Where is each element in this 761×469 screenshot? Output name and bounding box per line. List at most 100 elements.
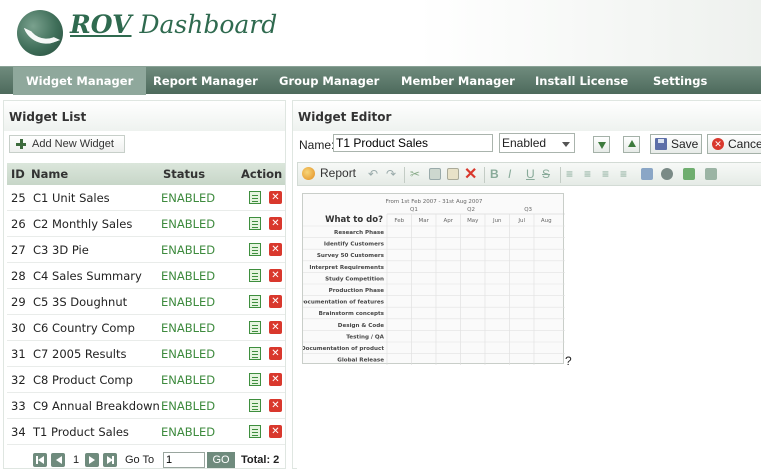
justify-icon[interactable]: ≡	[620, 167, 634, 181]
edit-icon[interactable]	[249, 295, 261, 308]
row-name[interactable]: C4 Sales Summary	[33, 269, 142, 283]
edit-icon[interactable]	[249, 347, 261, 360]
row-name[interactable]: C5 3S Doughnut	[33, 295, 127, 309]
table-row[interactable]: 32 C8 Product Comp ENABLED ✕	[7, 367, 285, 393]
table-row[interactable]: 29 C5 3S Doughnut ENABLED ✕	[7, 289, 285, 315]
delete-icon[interactable]: ✕	[269, 243, 282, 256]
delete-icon[interactable]: ✕	[269, 217, 282, 230]
redo-icon[interactable]: ↷	[386, 167, 400, 181]
nav-report-manager[interactable]: Report Manager	[153, 67, 258, 95]
delete-icon[interactable]: ✕	[269, 191, 282, 204]
row-name[interactable]: C8 Product Comp	[33, 373, 133, 387]
table-row[interactable]: 30 C6 Country Comp ENABLED ✕	[7, 315, 285, 341]
table-row[interactable]: 31 C7 2005 Results ENABLED ✕	[7, 341, 285, 367]
column-header-name[interactable]: Name	[31, 167, 68, 181]
bold-icon[interactable]: B	[490, 167, 504, 181]
nav-install-license[interactable]: Install License	[535, 67, 628, 95]
table-row[interactable]: 25 C1 Unit Sales ENABLED ✕	[7, 185, 285, 211]
gantt-quarter-label: Q2	[467, 207, 475, 213]
row-name[interactable]: C6 Country Comp	[33, 321, 135, 335]
italic-icon[interactable]: I	[508, 167, 522, 181]
delete-icon[interactable]: ✕	[269, 269, 282, 282]
edit-icon[interactable]	[249, 373, 261, 386]
underline-icon[interactable]: U	[526, 167, 540, 181]
row-status: ENABLED	[161, 295, 216, 309]
link-icon[interactable]	[704, 167, 718, 181]
align-left-icon[interactable]: ≡	[566, 167, 580, 181]
image-icon[interactable]	[640, 167, 654, 181]
move-down-button[interactable]	[593, 136, 610, 153]
edit-icon[interactable]	[249, 269, 261, 282]
delete-icon[interactable]: ✕	[269, 373, 282, 386]
widget-name-input[interactable]	[333, 134, 493, 152]
table-row[interactable]: 34 T1 Product Sales ENABLED ✕	[7, 419, 285, 445]
delete-icon[interactable]: ✕	[269, 347, 282, 360]
gantt-month-label: Mar	[419, 218, 430, 224]
edit-icon[interactable]	[249, 425, 261, 438]
edit-icon[interactable]	[249, 191, 261, 204]
column-header-id: ID	[11, 167, 25, 181]
previous-page-icon[interactable]	[51, 453, 65, 467]
row-name[interactable]: T1 Product Sales	[33, 425, 129, 439]
delete-icon[interactable]: ✕	[269, 399, 282, 412]
row-id: 26	[11, 217, 26, 231]
paste-icon[interactable]	[446, 167, 460, 181]
row-name[interactable]: C3 3D Pie	[33, 243, 89, 257]
gantt-task-label: Interpret Requirements	[309, 265, 384, 271]
status-select[interactable]: Enabled	[499, 133, 575, 153]
row-status: ENABLED	[161, 217, 216, 231]
last-page-icon[interactable]	[103, 453, 117, 467]
gantt-task-label: Production Phase	[329, 288, 385, 294]
gantt-chart-preview: From 1st Feb 2007 - 31st Aug 2007 Q1 Q2 Q3 W…	[302, 193, 565, 365]
undo-icon[interactable]: ↶	[368, 167, 382, 181]
align-center-icon[interactable]: ≡	[584, 167, 598, 181]
row-name[interactable]: C7 2005 Results	[33, 347, 126, 361]
delete-icon[interactable]: ✕	[464, 164, 478, 183]
add-new-widget-button[interactable]: Add New Widget	[9, 135, 125, 153]
row-id: 28	[11, 269, 26, 283]
row-status: ENABLED	[161, 399, 216, 413]
current-page: 1	[73, 454, 80, 466]
strikethrough-icon[interactable]: S	[542, 167, 556, 181]
nav-widget-manager[interactable]: Widget Manager	[13, 67, 147, 95]
copy-icon[interactable]	[428, 167, 442, 181]
move-up-button[interactable]	[623, 136, 640, 153]
delete-icon[interactable]: ✕	[269, 295, 282, 308]
edit-icon[interactable]	[249, 321, 261, 334]
widget-table-body: 25 C1 Unit Sales ENABLED ✕ 26 C2 Monthly Sale…	[7, 185, 285, 445]
cut-icon[interactable]: ✂	[410, 167, 424, 181]
row-status: ENABLED	[161, 347, 216, 361]
align-right-icon[interactable]: ≡	[602, 167, 616, 181]
delete-icon[interactable]: ✕	[269, 321, 282, 334]
table-row[interactable]: 33 C9 Annual Breakdown ENABLED ✕	[7, 393, 285, 419]
column-header-status[interactable]: Status	[163, 167, 205, 181]
goto-label: Go To	[125, 454, 155, 466]
goto-page-input[interactable]	[163, 452, 205, 468]
table-row[interactable]: 28 C4 Sales Summary ENABLED ✕	[7, 263, 285, 289]
go-button[interactable]: GO	[207, 452, 235, 468]
report-button[interactable]: Report	[320, 166, 356, 182]
cancel-button[interactable]: ✕ Cancel	[707, 134, 761, 154]
delete-icon[interactable]: ✕	[269, 425, 282, 438]
table-row[interactable]: 26 C2 Monthly Sales ENABLED ✕	[7, 211, 285, 237]
first-page-icon[interactable]	[33, 453, 47, 467]
print-icon[interactable]	[660, 167, 674, 181]
row-name[interactable]: C1 Unit Sales	[33, 191, 110, 205]
color-icon[interactable]	[682, 167, 696, 181]
nav-member-manager[interactable]: Member Manager	[401, 67, 515, 95]
row-name[interactable]: C2 Monthly Sales	[33, 217, 132, 231]
nav-settings[interactable]: Settings	[653, 67, 707, 95]
edit-icon[interactable]	[249, 217, 261, 230]
edit-icon[interactable]	[249, 243, 261, 256]
editor-canvas[interactable]: From 1st Feb 2007 - 31st Aug 2007 Q1 Q2 Q3 W…	[297, 189, 761, 469]
row-name[interactable]: C9 Annual Breakdown	[33, 399, 160, 413]
table-row[interactable]: 27 C3 3D Pie ENABLED ✕	[7, 237, 285, 263]
next-page-icon[interactable]	[85, 453, 99, 467]
edit-icon[interactable]	[249, 399, 261, 412]
row-status: ENABLED	[161, 243, 216, 257]
row-id: 29	[11, 295, 26, 309]
row-id: 27	[11, 243, 26, 257]
plus-icon	[16, 139, 26, 149]
save-button[interactable]: Save	[650, 134, 702, 154]
nav-group-manager[interactable]: Group Manager	[279, 67, 379, 95]
